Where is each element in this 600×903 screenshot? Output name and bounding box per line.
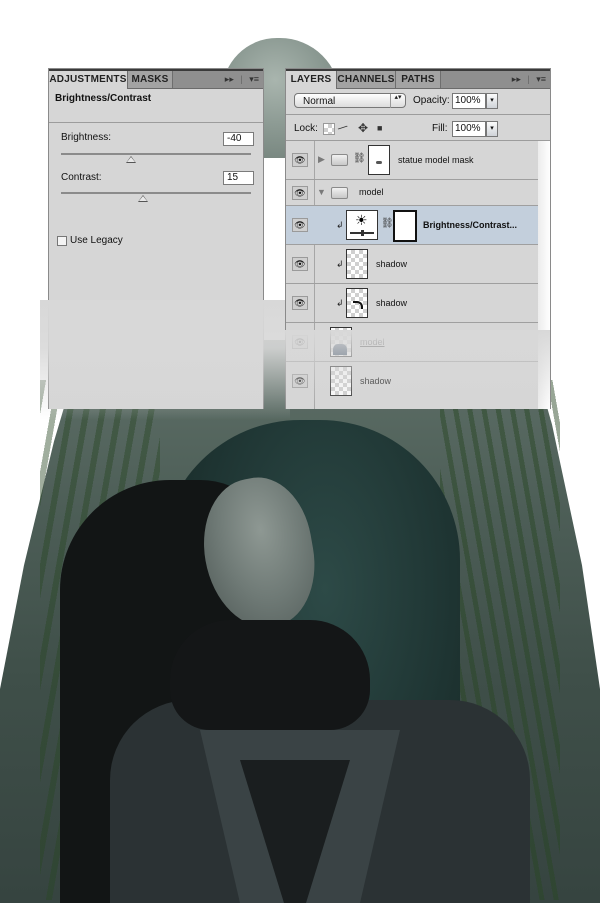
brightness-label: Brightness:	[61, 132, 112, 143]
panel-menu-icon[interactable]: ▾≡	[249, 71, 259, 88]
panel-controls: ▸▸ | ▾≡	[508, 71, 546, 88]
lock-label: Lock:	[294, 123, 318, 134]
tab-channels[interactable]: CHANNELS	[337, 71, 396, 88]
panel-fade	[285, 330, 550, 410]
layer-thumbnail[interactable]	[346, 249, 368, 279]
use-legacy-label: Use Legacy	[70, 235, 123, 246]
eye-icon[interactable]: 👁	[292, 186, 308, 200]
brightness-slider[interactable]	[61, 153, 251, 155]
fill-label: Fill:	[432, 123, 448, 134]
fill-dropdown-icon[interactable]: ▾	[486, 121, 498, 137]
adjustment-thumbnail[interactable]: ☀	[346, 210, 378, 240]
collapse-triangle-icon[interactable]: ▼	[317, 187, 326, 197]
contrast-slider-thumb[interactable]	[138, 195, 149, 202]
eye-icon[interactable]: 👁	[292, 153, 308, 167]
layer-row-statue-model-mask[interactable]: 👁 ▶ ⛓ statue model mask	[286, 141, 538, 180]
layer-row-model-group[interactable]: 👁 ▼ model	[286, 180, 538, 206]
panel-menu-icon[interactable]: ▾≡	[536, 71, 546, 88]
chain-link-icon: ⛓	[353, 153, 366, 164]
adjustments-tabbar: ADJUSTMENTS MASKS ▸▸ | ▾≡	[49, 69, 263, 89]
chain-link-icon: ⛓	[381, 218, 394, 229]
eye-icon[interactable]: 👁	[292, 257, 308, 271]
layer-row-shadow[interactable]: 👁 ↲ shadow	[286, 245, 538, 284]
use-legacy-checkbox[interactable]	[57, 236, 67, 246]
opacity-input[interactable]: 100%	[452, 93, 486, 109]
double-arrow-icon[interactable]: ▸▸	[512, 71, 521, 88]
layer-mask-thumbnail[interactable]	[393, 210, 417, 242]
layer-thumbnail[interactable]	[346, 288, 368, 318]
updown-arrow-icon: ▴▾	[390, 94, 405, 108]
contrast-input[interactable]: 15	[223, 171, 254, 185]
layer-mask-thumbnail[interactable]	[368, 145, 390, 175]
brightness-slider-thumb[interactable]	[125, 156, 136, 163]
tab-masks[interactable]: MASKS	[128, 71, 173, 88]
brightness-input[interactable]: -40	[223, 132, 254, 146]
double-arrow-icon[interactable]: ▸▸	[225, 71, 234, 88]
layer-name: model	[359, 187, 384, 197]
divider	[49, 122, 263, 123]
layer-name: shadow	[376, 259, 408, 269]
model-scarf	[170, 620, 370, 730]
blend-mode-select[interactable]: Normal ▴▾	[294, 93, 406, 108]
clipping-arrow-icon: ↲	[336, 220, 344, 230]
sun-contrast-icon: ☀	[355, 212, 368, 228]
lock-paint-icon[interactable]: ⁄	[338, 122, 349, 134]
layer-row-brightness-contrast[interactable]: 👁 ↲ ☀ ⛓ Brightness/Contrast...	[286, 206, 538, 245]
fill-input[interactable]: 100%	[452, 121, 486, 137]
lock-move-icon[interactable]: ✥	[358, 121, 368, 135]
divider: |	[527, 74, 530, 84]
adjustment-title: Brightness/Contrast	[55, 93, 152, 104]
lock-transparency-icon[interactable]	[323, 123, 335, 135]
layer-row-shadow[interactable]: 👁 ↲ shadow	[286, 284, 538, 323]
tab-paths[interactable]: PATHS	[396, 71, 441, 88]
opacity-label: Opacity:	[413, 95, 450, 106]
layer-name: Brightness/Contrast...	[423, 220, 518, 230]
panel-fade	[40, 300, 290, 420]
contrast-slider[interactable]	[61, 192, 251, 194]
contrast-label: Contrast:	[61, 172, 102, 183]
opacity-dropdown-icon[interactable]: ▾	[486, 93, 498, 109]
tab-adjustments[interactable]: ADJUSTMENTS	[49, 71, 128, 89]
panel-controls: ▸▸ | ▾≡	[221, 71, 259, 88]
clipping-arrow-icon: ↲	[336, 298, 344, 308]
layer-name: statue model mask	[398, 155, 474, 165]
folder-icon	[331, 187, 348, 199]
eye-icon[interactable]: 👁	[292, 218, 308, 232]
eye-icon[interactable]: 👁	[292, 296, 308, 310]
folder-icon	[331, 154, 348, 166]
divider: |	[240, 74, 243, 84]
expand-triangle-icon[interactable]: ▶	[318, 154, 325, 165]
lock-all-icon[interactable]: ■	[377, 123, 382, 133]
clipping-arrow-icon: ↲	[336, 259, 344, 269]
blend-mode-value: Normal	[303, 96, 336, 107]
divider	[286, 114, 550, 115]
tab-layers[interactable]: LAYERS	[286, 71, 337, 89]
layers-tabbar: LAYERS CHANNELS PATHS ▸▸ | ▾≡	[286, 69, 550, 89]
layer-name: shadow	[376, 298, 408, 308]
